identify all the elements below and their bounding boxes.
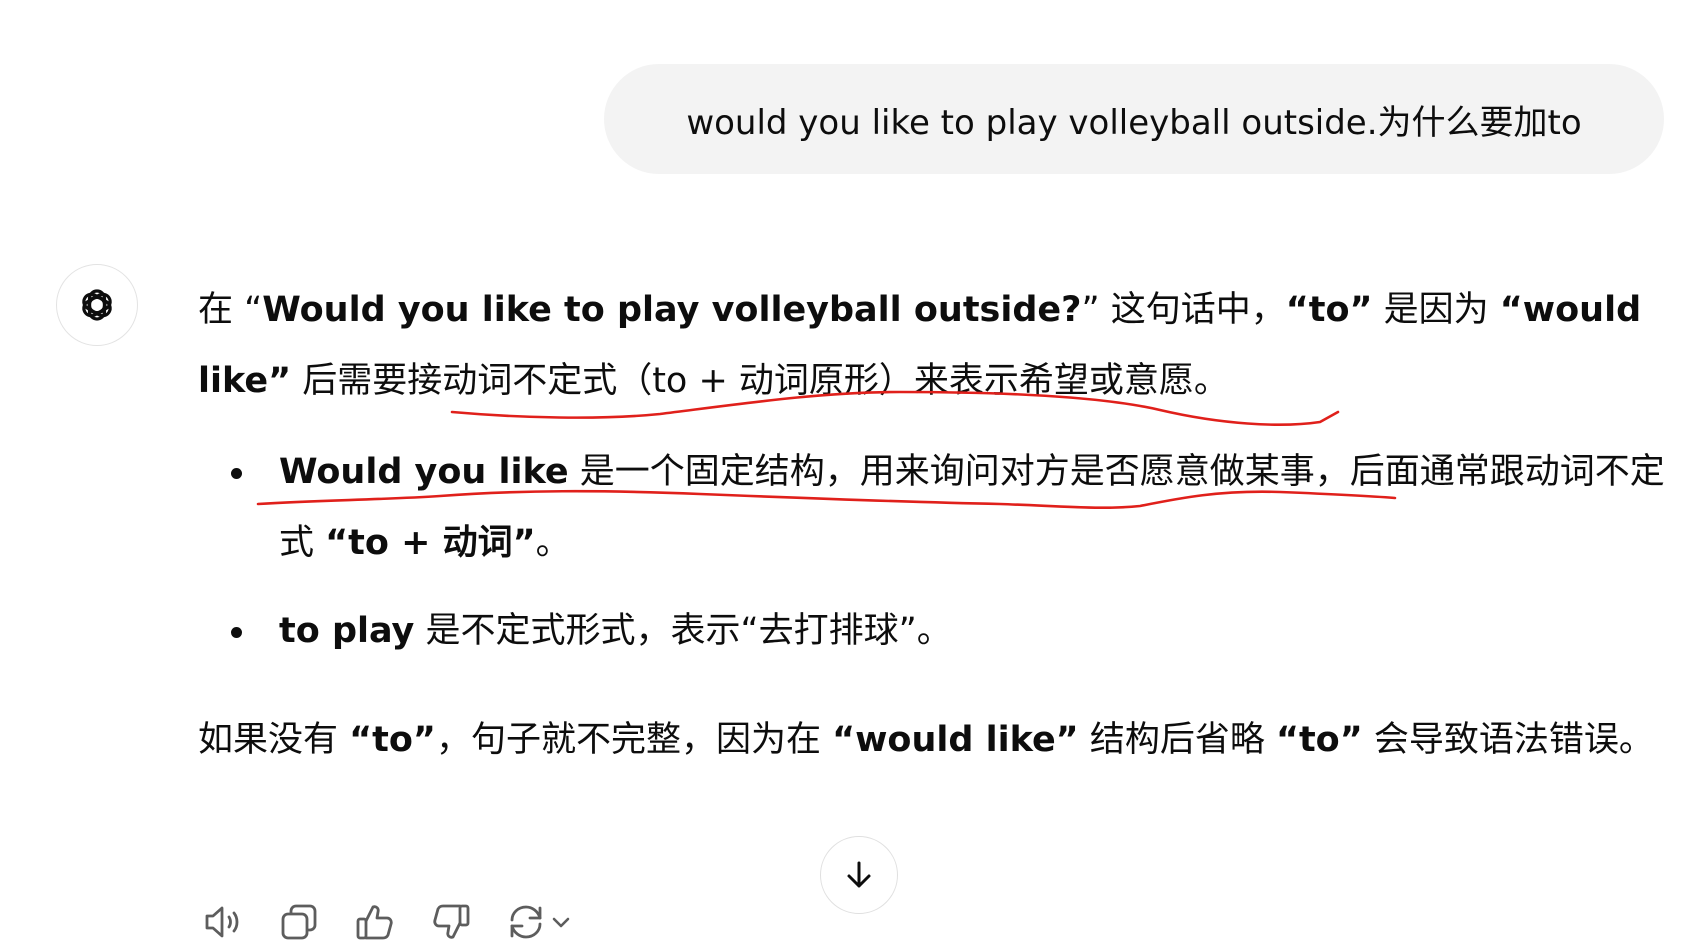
arrow-down-icon — [847, 861, 871, 888]
copy-icon — [281, 904, 317, 940]
chevron-down-icon — [552, 917, 570, 928]
para3-text-3: 结构后省略 — [1078, 720, 1276, 760]
list-item: to play 是不定式形式，表示“去打排球”。 — [198, 596, 1668, 667]
message-actions — [200, 898, 614, 946]
para3-text-4: 会导致语法错误。 — [1362, 720, 1654, 760]
user-message-text: would you like to play volleyball outsid… — [686, 102, 1582, 143]
scroll-to-bottom-button[interactable] — [820, 836, 898, 914]
bullet1-bold: Would you like — [279, 452, 569, 492]
assistant-avatar — [56, 264, 138, 346]
assistant-message: 在 “Would you like to play volleyball out… — [198, 275, 1668, 776]
read-aloud-button[interactable] — [200, 899, 246, 945]
para1-bold-to: “to” — [1285, 290, 1373, 330]
bullet1-text-2: 。 — [535, 523, 571, 563]
para3-bold-to-2: “to” — [1275, 720, 1363, 760]
list-item: Would you like 是一个固定结构，用来询问对方是否愿意做某事，后面通… — [198, 437, 1668, 579]
bullet2-bold: to play — [279, 611, 415, 651]
para1-bold-sentence: Would you like to play volleyball outsid… — [262, 290, 1082, 330]
regenerate-button[interactable] — [504, 899, 584, 945]
answer-bullet-list: Would you like 是一个固定结构，用来询问对方是否愿意做某事，后面通… — [198, 437, 1668, 667]
para3-bold-would-like: “would like” — [832, 720, 1079, 760]
para3-text-1: 如果没有 — [198, 720, 350, 760]
copy-button[interactable] — [276, 899, 322, 945]
para1-text-4: 后需要接动词不定式（to + 动词原形）来表示希望或意愿。 — [291, 361, 1229, 401]
thumbs-up-icon — [356, 905, 393, 940]
thumbs-down-icon — [433, 904, 470, 939]
bullet1-bold-2: “to + 动词” — [325, 523, 536, 563]
answer-paragraph-3: 如果没有 “to”，句子就不完整，因为在 “would like” 结构后省略 … — [198, 705, 1668, 776]
regenerate-icon — [510, 905, 542, 939]
answer-paragraph-1: 在 “Would you like to play volleyball out… — [198, 275, 1668, 417]
user-message-bubble: would you like to play volleyball outsid… — [604, 64, 1664, 174]
para1-text-2: ” 这句话中， — [1081, 290, 1286, 330]
read-aloud-icon — [205, 906, 239, 938]
para1-text-3: 是因为 — [1372, 290, 1500, 330]
bullet2-text: 是不定式形式，表示“去打排球”。 — [414, 611, 952, 651]
thumbs-down-button[interactable] — [428, 899, 474, 945]
openai-logo-icon — [82, 289, 112, 321]
thumbs-up-button[interactable] — [352, 899, 398, 945]
para3-bold-to: “to” — [349, 720, 436, 760]
para1-text-1: 在 “ — [198, 290, 263, 330]
para3-text-2: ，句子就不完整，因为在 — [435, 720, 833, 760]
